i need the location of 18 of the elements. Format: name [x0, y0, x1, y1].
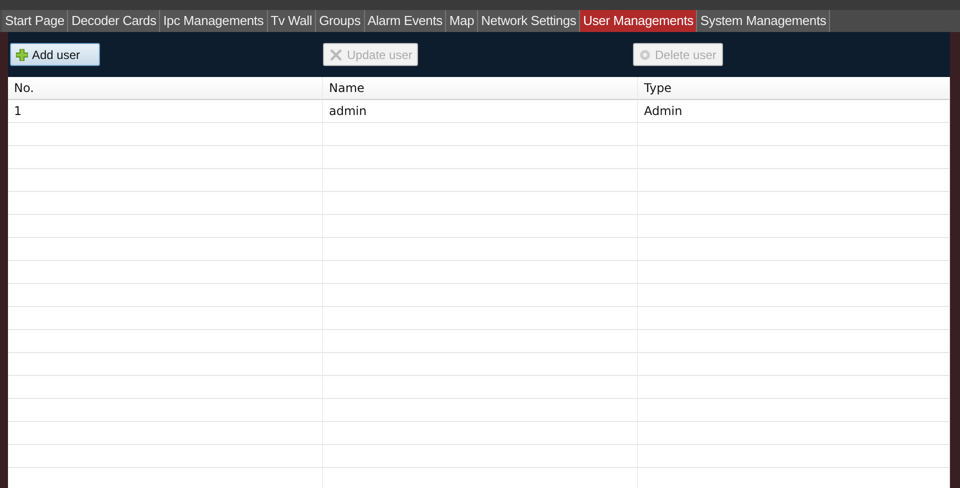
table-cell: Admin	[638, 100, 950, 123]
tab[interactable]: Groups	[316, 10, 364, 32]
column-header: Name	[323, 77, 638, 100]
tab[interactable]: Network Settings	[478, 10, 580, 32]
add-user-button[interactable]: Add user	[10, 43, 100, 66]
tab[interactable]: Ipc Managements	[160, 10, 268, 32]
table-cell: admin	[323, 100, 638, 123]
tab[interactable]: User Managements	[580, 10, 698, 32]
column-header: No.	[8, 77, 323, 100]
plus-icon	[16, 48, 28, 60]
tab[interactable]: Start Page	[2, 10, 68, 32]
tab[interactable]: Tv Wall	[268, 10, 316, 32]
column-header: Type	[638, 77, 950, 100]
tab[interactable]: Map	[446, 10, 478, 32]
tab[interactable]: Alarm Events	[364, 10, 446, 32]
tab[interactable]: System Managements	[697, 10, 830, 32]
table-cell: 1	[8, 100, 323, 123]
tab[interactable]: Decoder Cards	[68, 10, 160, 32]
